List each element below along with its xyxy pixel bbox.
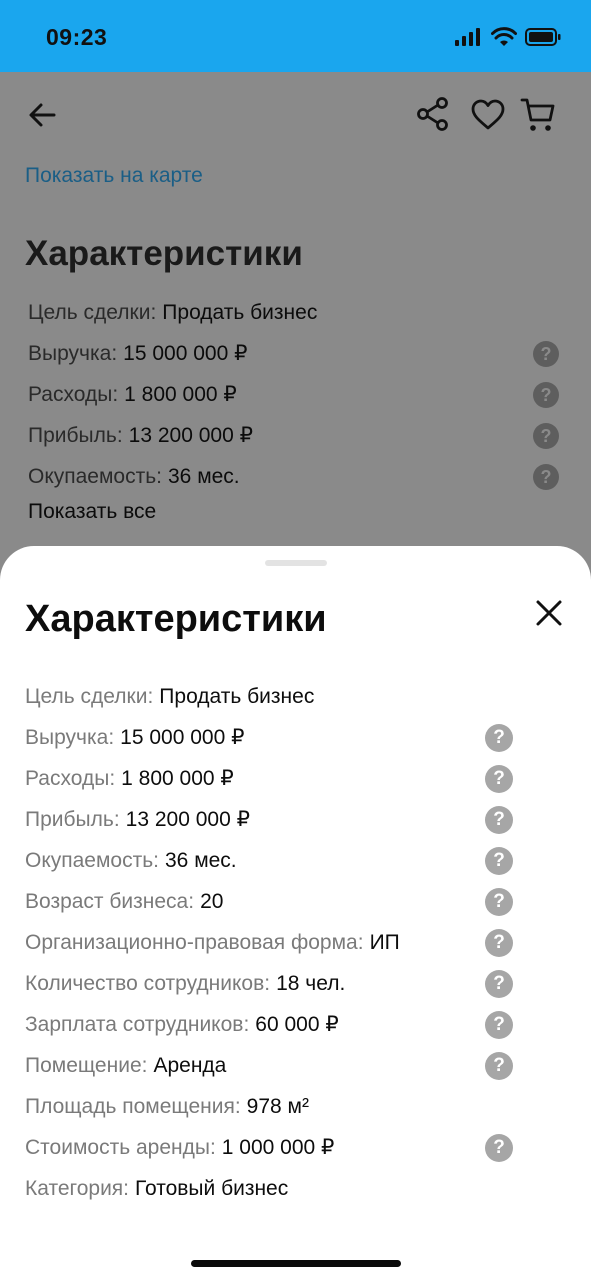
row-value: Готовый бизнес — [135, 1176, 289, 1200]
list-item: Количество сотрудников: 18 чел. ? — [25, 963, 545, 1004]
question-circle-icon[interactable]: ? — [485, 1134, 513, 1162]
list-item: Организационно-правовая форма: ИП ? — [25, 922, 545, 963]
row-label: Прибыль: — [25, 807, 120, 831]
battery-icon — [525, 28, 561, 46]
favorite-button[interactable] — [470, 98, 506, 132]
status-icons — [455, 26, 561, 48]
row-value: 1 800 000 ₽ — [124, 383, 237, 406]
close-icon — [536, 600, 562, 626]
question-circle-icon[interactable]: ? — [533, 382, 559, 408]
row-label: Расходы: — [25, 766, 116, 790]
row-value: 15 000 000 ₽ — [120, 726, 245, 749]
row-value: 36 мес. — [165, 848, 237, 872]
status-bar: 09:23 — [0, 0, 591, 72]
question-circle-icon[interactable]: ? — [485, 970, 513, 998]
list-item: Прибыль: 13 200 000 ₽ ? — [25, 799, 545, 840]
heart-icon — [471, 99, 505, 130]
share-icon — [417, 97, 448, 131]
row-label: Прибыль: — [28, 423, 123, 447]
row-value: 60 000 ₽ — [255, 1013, 339, 1036]
row-label: Расходы: — [28, 382, 119, 406]
wifi-icon — [491, 27, 517, 46]
row-label: Количество сотрудников: — [25, 971, 271, 995]
row-value: 1 800 000 ₽ — [121, 767, 234, 790]
row-label: Выручка: — [28, 341, 118, 365]
list-item: Расходы: 1 800 000 ₽ ? — [25, 758, 545, 799]
characteristics-preview-list: Цель сделки: Продать бизнес Выручка: 15 … — [28, 292, 563, 497]
close-button[interactable] — [532, 596, 566, 630]
row-label: Организационно-правовая форма: — [25, 930, 364, 954]
show-all-link[interactable]: Показать все — [28, 500, 156, 524]
question-circle-icon[interactable]: ? — [485, 888, 513, 916]
row-label: Категория: — [25, 1176, 130, 1200]
list-item: Окупаемость: 36 мес. ? — [25, 840, 545, 881]
question-circle-icon[interactable]: ? — [485, 1052, 513, 1080]
sheet-title: Характеристики — [25, 598, 327, 640]
list-item: Цель сделки: Продать бизнес — [25, 676, 545, 717]
back-button[interactable] — [26, 98, 60, 132]
row-value: 13 200 000 ₽ — [125, 808, 250, 831]
status-time: 09:23 — [46, 24, 108, 50]
row-value: 978 м² — [246, 1094, 309, 1118]
list-item: Выручка: 15 000 000 ₽ ? — [28, 333, 563, 374]
row-value: 20 — [200, 889, 224, 913]
list-item: Расходы: 1 800 000 ₽ ? — [28, 374, 563, 415]
list-item: Площадь помещения: 978 м² — [25, 1086, 545, 1127]
row-value: 13 200 000 ₽ — [128, 424, 253, 447]
question-circle-icon[interactable]: ? — [533, 423, 559, 449]
row-value: 36 мес. — [168, 464, 240, 488]
characteristics-sheet: Характеристики Цель сделки: Продать бизн… — [0, 546, 591, 1280]
row-label: Цель сделки: — [25, 684, 154, 708]
list-item: Помещение: Аренда ? — [25, 1045, 545, 1086]
list-item: Зарплата сотрудников: 60 000 ₽ ? — [25, 1004, 545, 1045]
row-label: Цель сделки: — [28, 300, 157, 324]
cart-icon — [520, 98, 555, 131]
arrow-left-icon — [29, 103, 56, 127]
row-label: Площадь помещения: — [25, 1094, 241, 1118]
row-value: Продать бизнес — [162, 300, 318, 324]
row-label: Окупаемость: — [28, 464, 162, 488]
question-circle-icon[interactable]: ? — [485, 929, 513, 957]
row-label: Стоимость аренды: — [25, 1135, 216, 1159]
list-item: Прибыль: 13 200 000 ₽ ? — [28, 415, 563, 456]
question-circle-icon[interactable]: ? — [485, 1011, 513, 1039]
share-button[interactable] — [416, 96, 450, 132]
cellular-signal-icon — [455, 28, 480, 46]
row-label: Помещение: — [25, 1053, 148, 1077]
row-value: 18 чел. — [276, 971, 346, 995]
question-circle-icon[interactable]: ? — [485, 724, 513, 752]
sheet-grabber[interactable] — [265, 560, 327, 566]
cart-button[interactable] — [520, 96, 556, 134]
list-item: Стоимость аренды: 1 000 000 ₽ ? — [25, 1127, 545, 1168]
list-item: Выручка: 15 000 000 ₽ ? — [25, 717, 545, 758]
row-label: Возраст бизнеса: — [25, 889, 195, 913]
row-value: Аренда — [153, 1053, 227, 1077]
row-value: Продать бизнес — [159, 684, 315, 708]
list-item: Окупаемость: 36 мес. ? — [28, 456, 563, 497]
row-value: 1 000 000 ₽ — [221, 1136, 335, 1159]
show-on-map-link[interactable]: Показать на карте — [25, 164, 203, 188]
question-circle-icon[interactable]: ? — [485, 765, 513, 793]
question-circle-icon[interactable]: ? — [533, 464, 559, 490]
characteristics-list: Цель сделки: Продать бизнес Выручка: 15 … — [25, 676, 545, 1209]
question-circle-icon[interactable]: ? — [533, 341, 559, 367]
row-label: Окупаемость: — [25, 848, 159, 872]
list-item: Категория: Готовый бизнес — [25, 1168, 545, 1209]
characteristics-heading: Характеристики — [25, 234, 303, 273]
row-value: ИП — [369, 930, 400, 954]
row-value: 15 000 000 ₽ — [123, 342, 248, 365]
list-item: Цель сделки: Продать бизнес — [28, 292, 563, 333]
question-circle-icon[interactable]: ? — [485, 806, 513, 834]
list-item: Возраст бизнеса: 20 ? — [25, 881, 545, 922]
row-label: Зарплата сотрудников: — [25, 1012, 250, 1036]
row-label: Выручка: — [25, 725, 115, 749]
question-circle-icon[interactable]: ? — [485, 847, 513, 875]
top-bar — [0, 72, 591, 156]
home-indicator — [191, 1260, 401, 1267]
